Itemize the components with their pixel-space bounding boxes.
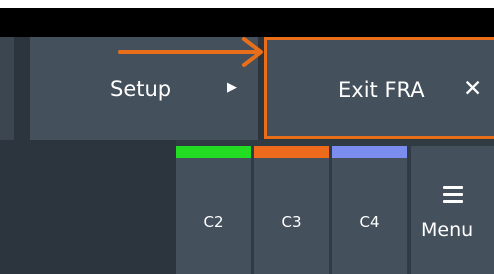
channel-button-c3[interactable]: C3	[254, 146, 329, 274]
channel-label: C3	[281, 213, 302, 231]
channel-color-bar	[254, 146, 329, 158]
menu-label: Menu	[421, 219, 474, 241]
exit-fra-label: Exit FRA	[338, 78, 425, 102]
submenu-arrow-icon: ▶	[227, 80, 237, 95]
channel-button-c2[interactable]: C2	[176, 146, 251, 274]
top-bar	[0, 8, 494, 37]
channel-button-c4[interactable]: C4	[332, 146, 407, 274]
left-edge-button[interactable]	[0, 37, 14, 140]
exit-fra-button[interactable]: Exit FRA ✕	[264, 37, 494, 139]
setup-label: Setup	[110, 77, 172, 101]
annotation-arrow-icon	[118, 37, 263, 67]
channel-label: C4	[359, 213, 380, 231]
hamburger-icon	[443, 186, 463, 207]
channel-color-bar	[332, 146, 407, 158]
channel-color-bar	[176, 146, 251, 158]
status-area	[0, 140, 176, 274]
close-icon: ✕	[463, 76, 483, 102]
channel-label: C2	[203, 213, 224, 231]
menu-button[interactable]: Menu	[411, 146, 494, 274]
